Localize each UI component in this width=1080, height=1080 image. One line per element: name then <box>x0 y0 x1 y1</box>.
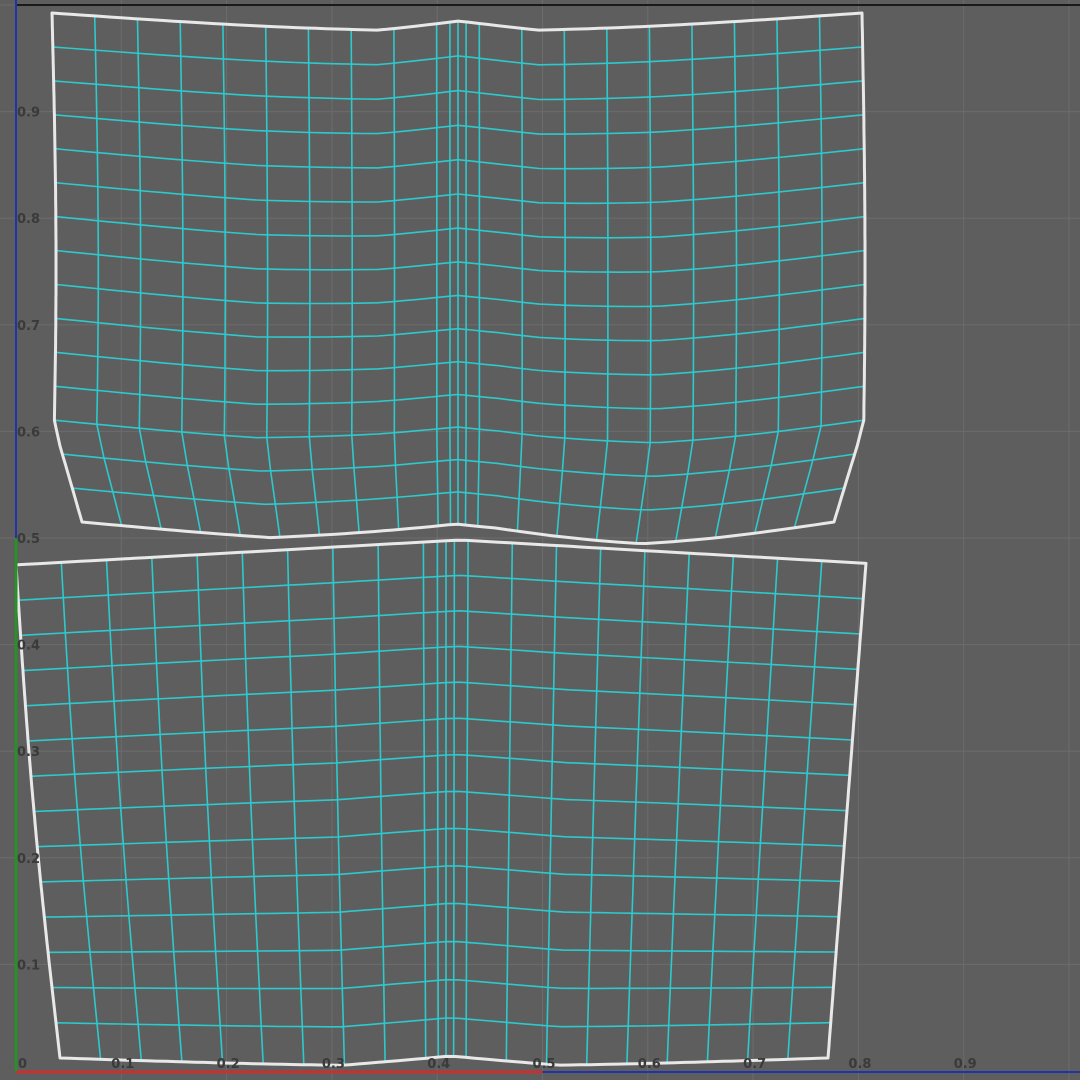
v-tick-label: 0.5 <box>17 532 40 547</box>
uv-edge-column <box>332 547 346 1066</box>
uv-edge-row <box>18 574 864 601</box>
uv-edge-row <box>25 681 856 707</box>
uv-edge-column <box>307 28 321 536</box>
uv-canvas[interactable]: 0 0.1 0.2 0.3 0.4 0.5 0.6 0.7 0.8 0.9 0.1 0.2 0.3 0.4… <box>0 0 1080 1080</box>
uv-edge-row <box>54 147 865 170</box>
uv-edge-column <box>93 15 123 526</box>
uv-edge-column <box>706 555 735 1062</box>
v-tick-label: 0.7 <box>17 319 40 334</box>
u-tick-label: 0.4 <box>427 1057 450 1072</box>
uv-edge-row <box>28 717 853 742</box>
uv-texture-editor[interactable]: 0 0.1 0.2 0.3 0.4 0.5 0.6 0.7 0.8 0.9 0.1 0.2 0.3 0.4… <box>0 0 1080 1080</box>
uv-edge-column <box>545 545 558 1065</box>
u-tick-label: 0.7 <box>743 1057 766 1072</box>
uv-edge-row <box>30 753 850 778</box>
uv-edge-column <box>793 15 823 529</box>
origin-label: 0 <box>18 1057 27 1072</box>
uv-edge-column <box>464 21 467 526</box>
uv-edge-row <box>33 790 848 813</box>
uv-edge-column <box>105 559 143 1061</box>
v-tick-label: 0.3 <box>17 745 40 760</box>
v-tick-label: 0.8 <box>17 212 40 227</box>
grid-layer <box>0 0 1080 1080</box>
uv-edge-column <box>151 557 183 1062</box>
uv-edge-column <box>626 550 646 1064</box>
uv-edge-column <box>435 23 439 526</box>
uv-edge-row <box>37 827 845 848</box>
uv-shells[interactable] <box>14 11 868 1067</box>
u-tick-label: 0.1 <box>111 1057 134 1072</box>
v-tick-label: 0.6 <box>17 425 40 440</box>
uv-edge-row <box>54 114 864 135</box>
uv-edge-column <box>264 26 281 538</box>
uv-edge-column <box>222 24 242 536</box>
uv-edge-row <box>52 978 834 990</box>
uv-edge-column <box>350 29 360 533</box>
uv-edge-column <box>585 548 602 1065</box>
uv-edge-column <box>754 18 781 534</box>
v-tick-label: 0.9 <box>17 106 40 121</box>
uv-edge-column <box>674 24 695 542</box>
uv-shell-border <box>14 538 868 1067</box>
uv-edge-column <box>452 540 456 1057</box>
uv-edge-column <box>666 553 690 1063</box>
uv-edge-row <box>40 865 842 883</box>
lower-shell[interactable] <box>14 538 868 1067</box>
uv-edge-row <box>54 385 865 410</box>
u-tick-label: 0.5 <box>533 1057 556 1072</box>
u-tick-label: 0.9 <box>954 1057 977 1072</box>
axis-layer <box>14 538 543 1074</box>
uv-edge-column <box>286 549 305 1065</box>
uv-edge-column <box>516 28 524 532</box>
uv-edge-row <box>55 249 866 274</box>
uv-edge-column <box>477 23 481 527</box>
uv-edge-column <box>746 558 779 1061</box>
v-tick-label: 0.2 <box>17 852 40 867</box>
u-tick-label: 0.3 <box>322 1057 345 1072</box>
uv-edge-row <box>55 351 865 376</box>
uv-edge-row <box>48 940 837 954</box>
uv-edge-row <box>55 317 866 342</box>
uv-edge-row <box>55 181 865 205</box>
uv-edge-column <box>393 28 400 530</box>
uv-edge-row <box>20 609 861 637</box>
uv-edge-column <box>241 552 264 1064</box>
uv-edge-row <box>55 215 865 239</box>
uv-edge-row <box>55 1017 831 1028</box>
uv-edge-column <box>714 21 738 538</box>
uv-edge-column <box>635 26 652 544</box>
v-tick-label: 0.1 <box>17 958 40 973</box>
u-tick-label: 0.2 <box>217 1057 240 1072</box>
uv-edge-column <box>196 554 224 1063</box>
uv-edge-row <box>55 283 866 308</box>
uv-edge-column <box>595 28 609 541</box>
upper-shell[interactable] <box>50 11 867 545</box>
u-tick-label: 0.8 <box>848 1057 871 1072</box>
uv-edge-column <box>556 29 566 537</box>
uv-edge-column <box>179 21 202 533</box>
uv-edge-row <box>22 645 858 672</box>
v-tick-label: 0.4 <box>17 639 40 654</box>
tick-labels: 0 0.1 0.2 0.3 0.4 0.5 0.6 0.7 0.8 0.9 0.1 0.2 0.3 0.4… <box>17 106 977 1072</box>
u-tick-label: 0.6 <box>638 1057 661 1072</box>
uv-edge-row <box>44 902 839 918</box>
uv-edge-column <box>136 18 162 530</box>
uv-edge-column <box>449 22 452 525</box>
